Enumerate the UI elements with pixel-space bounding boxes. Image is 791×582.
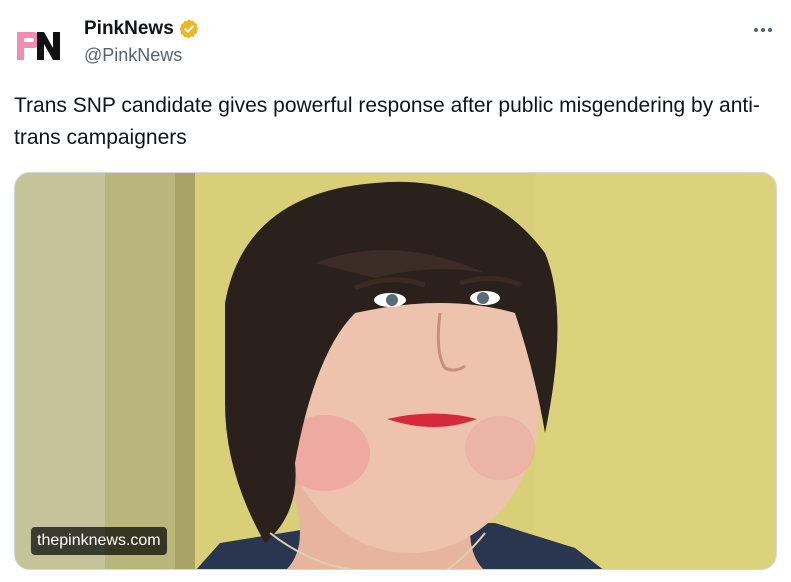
verified-badge-icon[interactable]: [178, 18, 200, 40]
article-photo: [15, 173, 776, 569]
tweet-text: Trans SNP candidate gives powerful respo…: [14, 94, 760, 149]
link-preview-image[interactable]: thepinknews.com: [14, 172, 777, 570]
more-dot: [768, 28, 772, 32]
name-row: PinkNews: [84, 16, 200, 42]
more-dot: [761, 28, 765, 32]
tweet-card: PinkNews @PinkNews Trans SNP candidate g…: [0, 0, 791, 582]
display-name[interactable]: PinkNews: [84, 18, 174, 40]
handle[interactable]: @PinkNews: [84, 45, 200, 66]
domain-badge: thepinknews.com: [31, 527, 167, 555]
pinknews-logo-icon: [17, 32, 60, 60]
tweet-header: PinkNews @PinkNews: [84, 16, 200, 66]
more-options-button[interactable]: [749, 16, 777, 44]
more-dot: [754, 28, 758, 32]
avatar[interactable]: [10, 18, 66, 74]
